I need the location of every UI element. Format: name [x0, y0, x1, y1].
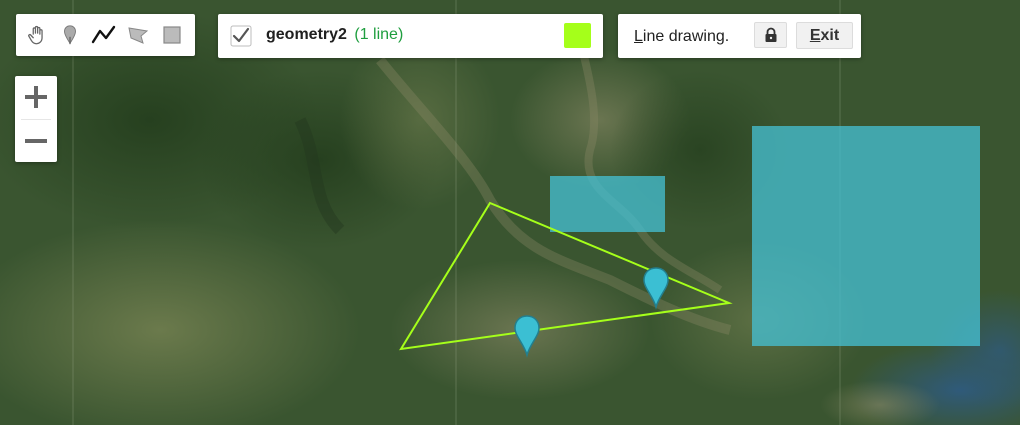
rectangle-icon [163, 26, 181, 44]
polygon-icon [128, 27, 149, 44]
marker-tool-button[interactable] [53, 17, 87, 53]
rectangle-tool-button[interactable] [155, 17, 189, 53]
drawing-mode-panel: Line drawing. Exit [618, 14, 861, 58]
mode-label-mnemonic: L [634, 28, 643, 45]
exit-mnemonic: E [809, 26, 821, 44]
zoom-in-button[interactable] [15, 76, 57, 118]
plus-icon [25, 86, 47, 108]
marker-icon [64, 25, 76, 45]
rectangle-shape-small[interactable] [550, 176, 665, 232]
layer-feature-count: (1 line) [354, 26, 404, 43]
hand-tool-button[interactable] [19, 17, 53, 53]
geometry-layer-panel: geometry2 (1 line) [218, 14, 603, 58]
hand-icon [28, 25, 43, 45]
mode-label-text: ine drawing. [642, 28, 730, 45]
polygon-tool-button[interactable] [121, 17, 155, 53]
line-icon [91, 25, 116, 44]
layer-visibility-checkbox[interactable] [229, 24, 253, 48]
drawing-toolbar [16, 14, 195, 56]
drawn-geometry-overlay [399, 126, 980, 358]
zoom-out-button[interactable] [15, 120, 57, 162]
map-marker-1[interactable] [643, 267, 669, 310]
layer-name-text: geometry2 [266, 26, 347, 43]
exit-button[interactable]: Exit [796, 22, 853, 49]
minus-icon [25, 139, 47, 143]
zoom-control [15, 76, 57, 162]
map-marker-2[interactable] [514, 315, 540, 358]
exit-label: xit [820, 26, 840, 44]
map-canvas[interactable] [0, 0, 1020, 425]
layer-color-swatch[interactable] [564, 23, 591, 48]
mode-status-label: Line drawing. [634, 28, 729, 46]
rectangle-shape-large[interactable] [752, 126, 980, 346]
lock-icon [765, 27, 776, 42]
lock-button[interactable] [754, 22, 787, 48]
layer-name[interactable]: geometry2 (1 line) [266, 26, 403, 44]
line-tool-button[interactable] [87, 17, 121, 53]
